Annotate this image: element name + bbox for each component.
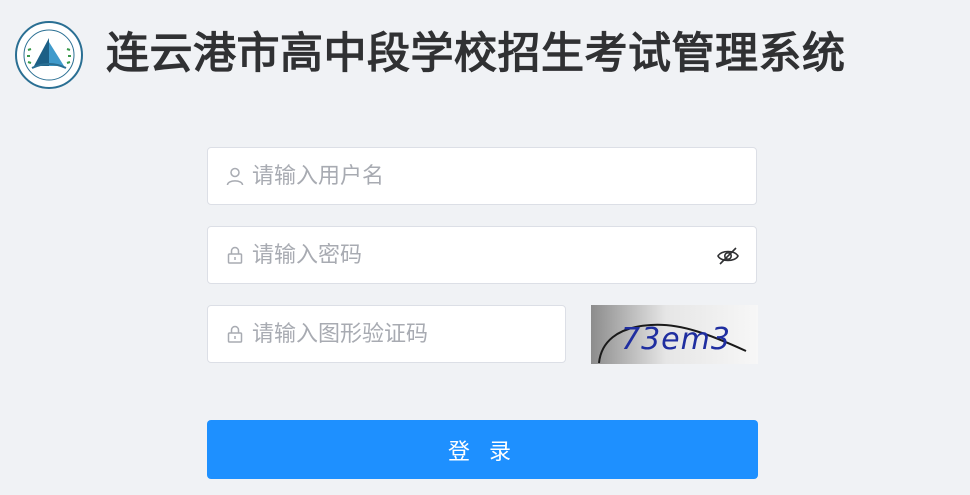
- password-field[interactable]: [207, 226, 757, 284]
- username-field[interactable]: [207, 147, 757, 205]
- lock-icon: [227, 325, 243, 343]
- lock-icon: [227, 246, 243, 264]
- eye-hidden-icon[interactable]: [716, 244, 740, 268]
- password-input[interactable]: [252, 227, 712, 283]
- captcha-input[interactable]: [252, 306, 552, 362]
- header: 连云港市高中段学校招生考试管理系统: [0, 0, 970, 110]
- captcha-text: 73em3: [621, 322, 731, 357]
- login-button[interactable]: 登 录: [207, 420, 758, 479]
- page-title: 连云港市高中段学校招生考试管理系统: [106, 29, 846, 79]
- user-icon: [226, 167, 244, 186]
- username-input[interactable]: [252, 148, 712, 204]
- school-logo-icon: [15, 21, 83, 89]
- captcha-image[interactable]: 73em3: [591, 305, 758, 364]
- captcha-field[interactable]: [207, 305, 566, 363]
